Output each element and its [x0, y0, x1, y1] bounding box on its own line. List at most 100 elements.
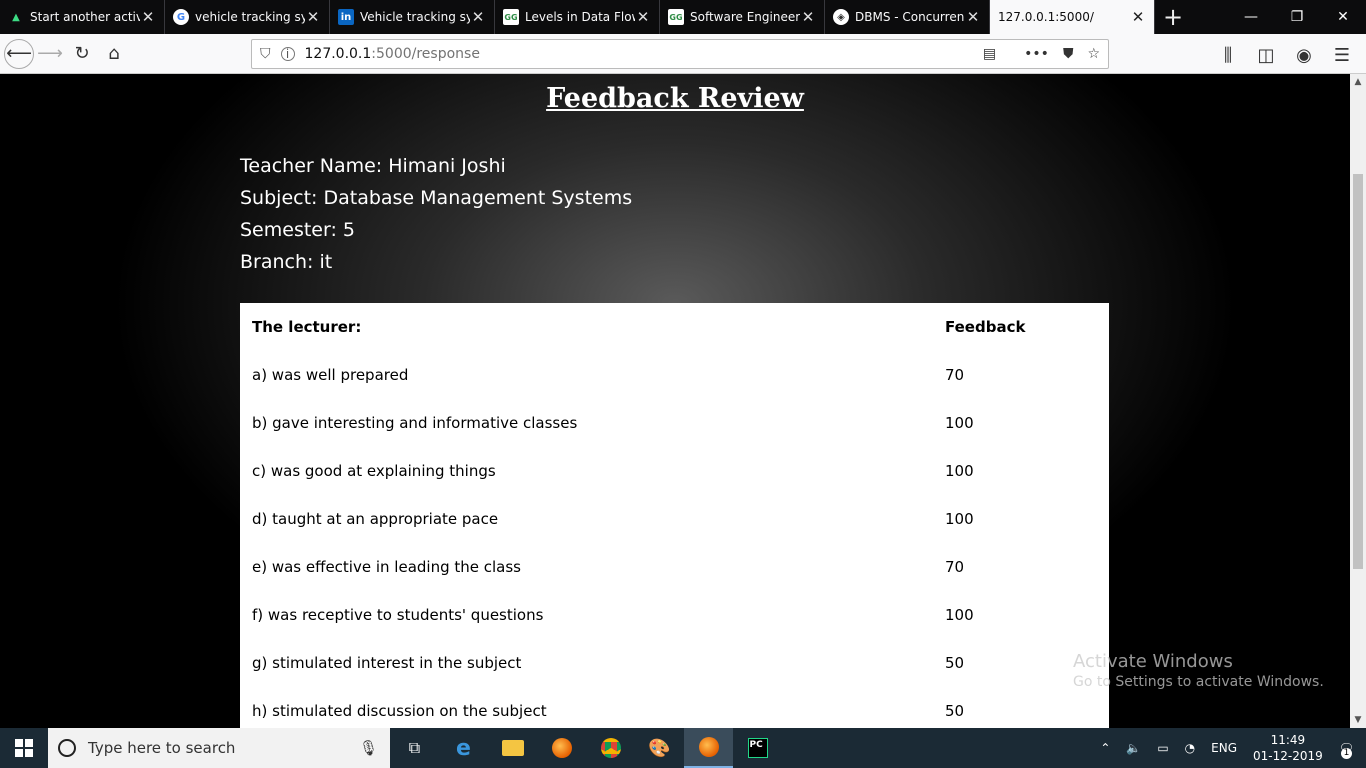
tab-2[interactable]: in Vehicle tracking syst ✕ — [330, 0, 495, 34]
geeksforgeeks-icon: GG — [668, 9, 684, 25]
info-icon[interactable]: i — [280, 47, 295, 61]
geeksforgeeks-icon: GG — [503, 9, 519, 25]
taskbar-search-box[interactable]: Type here to search 🎙 — [48, 728, 390, 768]
page-scrollbar[interactable]: ▲ ▼ — [1350, 74, 1366, 728]
table-row: e) was effective in leading the class 70 — [240, 543, 1109, 591]
page-content: Feedback Review Teacher Name: Himani Jos… — [0, 74, 1350, 728]
google-icon: G — [173, 9, 189, 25]
table-row: b) gave interesting and informative clas… — [240, 399, 1109, 447]
feedback-value: 100 — [945, 606, 974, 624]
show-hidden-icons[interactable]: ⌃ — [1100, 741, 1110, 755]
clock[interactable]: 11:49 01-12-2019 — [1253, 732, 1323, 764]
battery-icon[interactable]: ▭ — [1157, 741, 1168, 755]
close-tab-icon[interactable]: ✕ — [305, 8, 321, 26]
table-row: h) stimulated discussion on the subject 5… — [240, 687, 1109, 728]
tab-5[interactable]: ◈ DBMS - Concurrenc ✕ — [825, 0, 990, 34]
home-button[interactable]: ⌂ — [98, 38, 130, 70]
chrome-icon[interactable] — [586, 728, 635, 768]
nav-bar: ⟵ ⟶ ↻ ⌂ ⛉ i 127.0.0.1:5000/response ▤ ••… — [0, 34, 1366, 74]
firefox-active-icon[interactable] — [684, 728, 733, 768]
semester: Semester: 5 — [240, 219, 355, 241]
notifications-icon[interactable]: 🗨1 — [1339, 741, 1354, 759]
language-indicator[interactable]: ENG — [1211, 741, 1237, 755]
new-tab-button[interactable]: + — [1155, 0, 1191, 34]
column-header-lecturer: The lecturer: — [252, 318, 362, 336]
tab-strip: ▲ Start another activit ✕ G vehicle trac… — [0, 0, 1366, 34]
url-bar[interactable]: ⛉ i 127.0.0.1:5000/response ▤ ••• ⛊ ☆ — [251, 39, 1109, 69]
criterion: a) was well prepared — [252, 366, 409, 384]
feedback-value: 50 — [945, 654, 965, 672]
forward-button[interactable]: ⟶ — [34, 38, 66, 70]
tab-6-active[interactable]: 127.0.0.1:5000/ ✕ — [990, 0, 1155, 34]
feedback-value: 70 — [945, 366, 965, 384]
wifi-icon[interactable]: ◔ — [1185, 741, 1195, 755]
tab-title: Software Engineering — [690, 10, 800, 24]
url-path: :5000/response — [371, 46, 480, 62]
pycharm-icon[interactable]: PC — [733, 728, 782, 768]
android-icon: ▲ — [12, 11, 20, 23]
start-button[interactable] — [0, 728, 48, 768]
microphone-icon[interactable]: 🎙 — [359, 739, 378, 757]
sidebar-icon[interactable]: ◫ — [1250, 39, 1282, 71]
criterion: g) stimulated interest in the subject — [252, 654, 522, 672]
tab-title: Vehicle tracking syst — [360, 10, 470, 24]
firefox-icon[interactable] — [537, 728, 586, 768]
tab-4[interactable]: GG Software Engineering ✕ — [660, 0, 825, 34]
notification-count: 1 — [1341, 748, 1352, 759]
close-tab-icon[interactable]: ✕ — [470, 8, 486, 26]
criterion: b) gave interesting and informative clas… — [252, 414, 578, 432]
reload-button[interactable]: ↻ — [66, 38, 98, 70]
edge-icon[interactable]: e — [439, 728, 488, 768]
clock-date: 01-12-2019 — [1253, 749, 1323, 763]
tab-3[interactable]: GG Levels in Data Flow D ✕ — [495, 0, 660, 34]
close-tab-icon[interactable]: ✕ — [140, 8, 156, 26]
account-icon[interactable]: ◉ — [1288, 39, 1320, 71]
teacher-info: Teacher Name: Himani Joshi Subject: Data… — [240, 150, 632, 278]
back-button[interactable]: ⟵ — [4, 38, 34, 69]
close-tab-icon[interactable]: ✕ — [1130, 8, 1146, 26]
teacher-name: Teacher Name: Himani Joshi — [240, 155, 506, 177]
table-row: g) stimulated interest in the subject 50 — [240, 639, 1109, 687]
feedback-table: The lecturer: Feedback a) was well prepa… — [240, 303, 1109, 728]
table-row: f) was receptive to students' questions 1… — [240, 591, 1109, 639]
toolbar-right: ⫼ ◫ ◉ ☰ — [1212, 39, 1358, 71]
column-header-feedback: Feedback — [945, 318, 1026, 336]
tab-title: Levels in Data Flow D — [525, 10, 635, 24]
minimize-icon[interactable]: — — [1228, 0, 1274, 34]
volume-icon[interactable]: 🔈 — [1126, 741, 1141, 755]
tab-0[interactable]: ▲ Start another activit ✕ — [0, 0, 165, 34]
shield-icon[interactable]: ⛉ — [260, 46, 271, 62]
close-tab-icon[interactable]: ✕ — [800, 8, 816, 26]
paint-icon[interactable]: 🎨 — [635, 728, 684, 768]
feedback-value: 70 — [945, 558, 965, 576]
scrollbar-thumb[interactable] — [1353, 174, 1363, 569]
tab-title: 127.0.0.1:5000/ — [998, 10, 1094, 24]
search-placeholder: Type here to search — [88, 739, 236, 757]
maximize-icon[interactable]: ❐ — [1274, 0, 1320, 34]
reader-view-icon[interactable]: ▤ — [983, 46, 996, 62]
tab-title: Start another activit — [30, 10, 140, 24]
library-icon[interactable]: ⫼ — [1212, 39, 1244, 71]
close-tab-icon[interactable]: ✕ — [965, 8, 981, 26]
close-window-icon[interactable]: ✕ — [1320, 0, 1366, 34]
file-explorer-icon[interactable] — [488, 728, 537, 768]
windows-logo-icon — [15, 739, 33, 757]
clock-time: 11:49 — [1270, 733, 1306, 747]
url-bar-actions: ▤ ••• ⛊ ☆ — [983, 46, 1100, 62]
feedback-value: 100 — [945, 414, 974, 432]
pocket-icon[interactable]: ⛊ — [1063, 46, 1074, 62]
menu-icon[interactable]: ☰ — [1326, 39, 1358, 71]
scroll-up-icon[interactable]: ▲ — [1350, 74, 1366, 90]
task-view-icon[interactable]: ⧉ — [390, 728, 439, 768]
watermark-title: Activate Windows — [1073, 651, 1233, 672]
more-actions-icon[interactable]: ••• — [1024, 46, 1049, 62]
search-icon — [58, 739, 76, 757]
bookmark-star-icon[interactable]: ☆ — [1087, 46, 1100, 62]
scroll-down-icon[interactable]: ▼ — [1350, 712, 1366, 728]
subject-name: Subject: Database Management Systems — [240, 187, 633, 209]
feedback-value: 100 — [945, 462, 974, 480]
criterion: c) was good at explaining things — [252, 462, 496, 480]
window-controls: — ❐ ✕ — [1228, 0, 1366, 34]
close-tab-icon[interactable]: ✕ — [635, 8, 651, 26]
tab-1[interactable]: G vehicle tracking syst ✕ — [165, 0, 330, 34]
